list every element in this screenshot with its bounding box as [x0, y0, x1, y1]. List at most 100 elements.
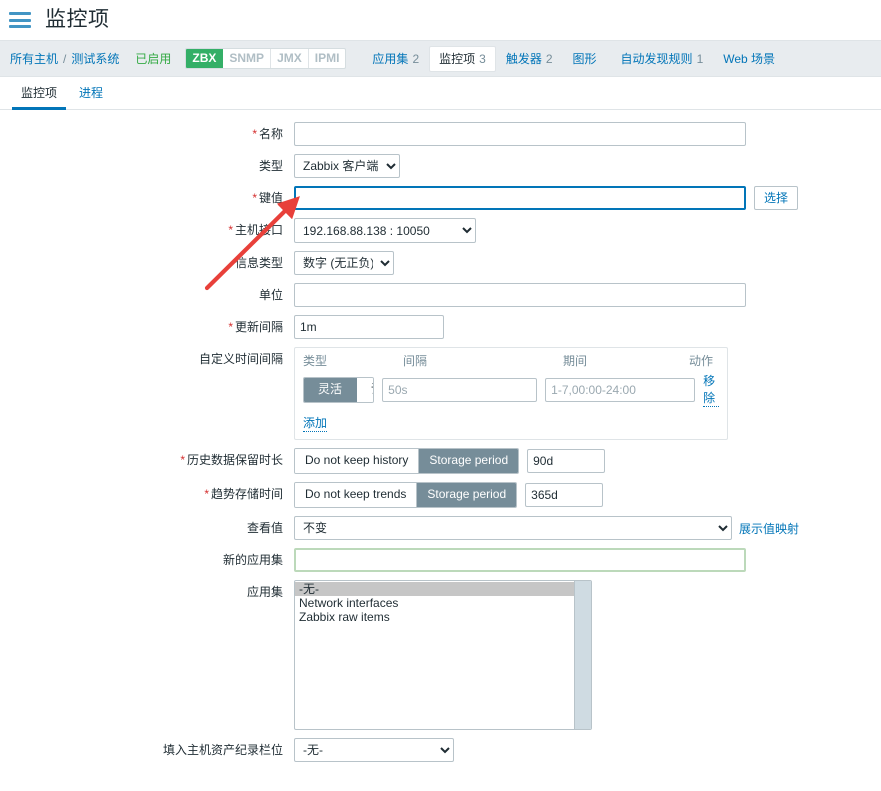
breadcrumb-separator: / [63, 51, 67, 66]
breadcrumb-tab-triggers[interactable]: 触发器 2 [496, 46, 563, 72]
field-row-applications: 应用集 -无- Network interfaces Zabbix raw it… [0, 580, 881, 730]
label-history: * 历史数据保留时长 [0, 448, 294, 472]
interval-add-link[interactable]: 添加 [303, 414, 328, 432]
label-info-type: 信息类型 [234, 256, 283, 270]
application-option-zabbix-raw-items[interactable]: Zabbix raw items [295, 610, 574, 624]
breadcrumb-tab-items-count: 3 [479, 51, 486, 66]
applications-listbox-scrollbar[interactable] [574, 581, 591, 729]
required-marker-key: * [252, 191, 257, 205]
key-input[interactable] [294, 186, 746, 210]
form-tabs: 监控项 进程 [0, 77, 881, 110]
label-key-text: 键值 [258, 191, 283, 205]
column-header-interval: 间隔 [403, 354, 428, 368]
breadcrumb-all-hosts[interactable]: 所有主机 [10, 50, 58, 67]
custom-intervals-header: 类型 间隔 期间 动作 [303, 352, 719, 372]
field-row-trends: * 趋势存储时间 Do not keep trends Storage perio… [0, 482, 881, 508]
trends-mode-storage-period[interactable]: Storage period [417, 483, 517, 507]
item-form: *名称 类型 Zabbix 客户端 *键值 选择 *主机接口 192.16 [0, 110, 881, 762]
new-application-input[interactable] [294, 548, 746, 572]
protocol-badge-snmp[interactable]: SNMP [223, 49, 272, 68]
label-trends-text: 趋势存储时间 [210, 487, 283, 501]
application-option-network-interfaces[interactable]: Network interfaces [295, 596, 574, 610]
breadcrumb-tab-items-label: 监控项 [439, 51, 476, 66]
trends-period-input[interactable] [525, 483, 604, 507]
breadcrumb-host[interactable]: 测试系统 [71, 50, 119, 67]
required-marker-history: * [180, 453, 185, 467]
breadcrumb-tab-applications-label: 应用集 [372, 51, 409, 66]
app-header: 监控项 [0, 0, 881, 40]
history-mode-do-not-keep[interactable]: Do not keep history [295, 449, 420, 473]
column-header-action: 动作 [689, 354, 714, 368]
history-mode-toggle: Do not keep history Storage period [294, 448, 520, 474]
interval-type-flexible[interactable]: 灵活 [304, 377, 357, 402]
page-title: 监控项 [45, 8, 110, 31]
breadcrumb-tab-applications-count: 2 [412, 51, 420, 66]
protocol-badge-jmx[interactable]: JMX [271, 49, 309, 68]
trends-mode-do-not-keep[interactable]: Do not keep trends [295, 483, 418, 507]
breadcrumb: 所有主机 / 测试系统 已启用 ZBX SNMP JMX IPMI 应用集 2 监… [0, 40, 881, 77]
field-row-key: * 键值 选择 [0, 186, 881, 210]
field-row-show-value: 查看值 不变 展示值映射 [0, 516, 881, 540]
breadcrumb-tab-graphs-label: 图形 [572, 51, 597, 66]
name-input[interactable] [294, 122, 746, 146]
interval-period-input[interactable] [545, 377, 696, 402]
required-marker-name: * [252, 127, 257, 141]
protocol-badge-ipmi[interactable]: IPMI [309, 49, 346, 68]
tab-item[interactable]: 监控项 [10, 84, 68, 110]
field-row-info-type: 信息类型 数字 (无正负) [0, 251, 881, 275]
breadcrumb-tab-web-scenarios-label: Web 场景 [723, 51, 776, 66]
label-applications: 应用集 [246, 585, 283, 599]
breadcrumb-tab-discovery-rules-label: 自动发现规则 [620, 51, 693, 66]
type-select[interactable]: Zabbix 客户端 [294, 154, 400, 178]
field-row-update-interval: * 更新间隔 [0, 315, 881, 339]
interval-type-scheduling[interactable]: 调度 [357, 377, 374, 402]
column-header-type: 类型 [303, 354, 328, 368]
info-type-select[interactable]: 数字 (无正负) [294, 251, 394, 275]
field-row-inventory: 填入主机资产纪录栏位 -无- [0, 738, 881, 762]
host-interface-select[interactable]: 192.168.88.138 : 10050 [294, 218, 476, 243]
update-interval-input[interactable] [294, 315, 444, 339]
breadcrumb-tab-items[interactable]: 监控项 3 [429, 45, 496, 72]
field-row-new-application: 新的应用集 [0, 548, 881, 572]
interval-remove-link[interactable]: 移除 [703, 372, 719, 407]
field-row-custom-intervals: 自定义时间间隔 类型 间隔 期间 动作 灵活 调度 移除 [0, 347, 881, 440]
field-row-name: * 名称 [0, 122, 881, 146]
field-row-host-interface: * 主机接口 192.168.88.138 : 10050 [0, 218, 881, 243]
breadcrumb-tab-discovery-rules-count: 1 [696, 51, 704, 66]
breadcrumb-tab-triggers-label: 触发器 [505, 51, 542, 66]
history-period-input[interactable] [527, 449, 606, 473]
trends-mode-toggle: Do not keep trends Storage period [294, 482, 518, 508]
label-units: 单位 [258, 288, 283, 302]
field-row-type: 类型 Zabbix 客户端 [0, 154, 881, 178]
label-update-interval-text: 更新间隔 [234, 320, 283, 334]
breadcrumb-tab-graphs[interactable]: 图形 [563, 46, 611, 72]
show-value-mappings-link[interactable]: 展示值映射 [739, 520, 799, 537]
label-inventory-field: 填入主机资产纪录栏位 [162, 743, 283, 757]
interval-value-input[interactable] [382, 377, 538, 402]
label-trends: * 趋势存储时间 [0, 482, 294, 506]
breadcrumb-tab-discovery-rules[interactable]: 自动发现规则 1 [611, 46, 714, 72]
label-update-interval: * 更新间隔 [0, 315, 294, 339]
breadcrumb-tabs: 应用集 2 监控项 3 触发器 2 图形 自动发现规则 1 Web 场景 [362, 45, 789, 72]
breadcrumb-tab-applications[interactable]: 应用集 2 [362, 46, 429, 72]
application-option-none[interactable]: -无- [295, 582, 574, 596]
label-host-interface: * 主机接口 [0, 218, 294, 242]
required-marker-update-interval: * [228, 320, 233, 334]
breadcrumb-tab-triggers-count: 2 [545, 51, 553, 66]
history-mode-storage-period[interactable]: Storage period [419, 449, 519, 473]
custom-interval-row: 灵活 调度 移除 [303, 372, 719, 407]
applications-listbox[interactable]: -无- Network interfaces Zabbix raw items [294, 580, 592, 730]
breadcrumb-tab-web-scenarios[interactable]: Web 场景 [713, 46, 789, 72]
protocol-badge-zbx[interactable]: ZBX [186, 49, 224, 68]
inventory-field-select[interactable]: -无- [294, 738, 454, 762]
required-marker-host-interface: * [228, 223, 233, 237]
units-input[interactable] [294, 283, 746, 307]
show-value-select[interactable]: 不变 [294, 516, 732, 540]
hamburger-icon[interactable] [9, 12, 31, 28]
label-type: 类型 [258, 159, 283, 173]
required-marker-trends: * [204, 487, 209, 501]
custom-intervals-table: 类型 间隔 期间 动作 灵活 调度 移除 添加 [294, 347, 728, 440]
key-select-button[interactable]: 选择 [754, 186, 799, 210]
host-status-enabled[interactable]: 已启用 [135, 50, 171, 67]
tab-preprocessing[interactable]: 进程 [68, 84, 114, 109]
